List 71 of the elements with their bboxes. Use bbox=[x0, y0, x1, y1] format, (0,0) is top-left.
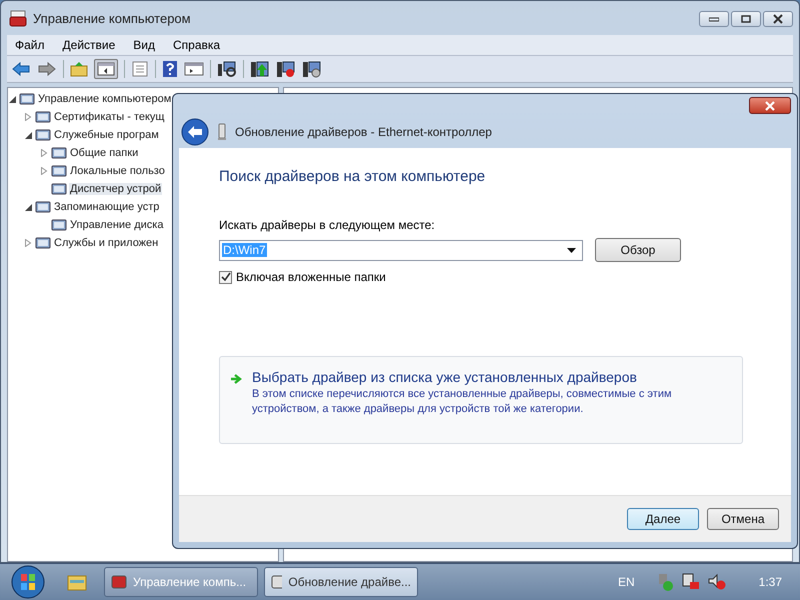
tree-item[interactable]: Общие папки bbox=[69, 147, 140, 159]
back-icon[interactable] bbox=[11, 61, 31, 77]
scan-hardware-icon[interactable] bbox=[217, 60, 237, 78]
expand-arrow-icon[interactable] bbox=[25, 239, 33, 247]
back-button[interactable] bbox=[181, 118, 209, 146]
node-icon bbox=[19, 91, 35, 107]
tree-item[interactable]: Запоминающие устр bbox=[53, 201, 160, 213]
dropdown-arrow-icon[interactable] bbox=[567, 248, 576, 252]
checkbox-label[interactable]: Включая вложенные папки bbox=[236, 270, 386, 284]
node-icon bbox=[35, 109, 51, 125]
command-link[interactable]: Выбрать драйвер из списка уже установленных драйверов В этом списке перечисляются все установленные драйверы, совместимые с этим устройством, а также драйверы для устройств той же категории. bbox=[219, 356, 743, 444]
page-heading: Поиск драйверов на этом компьютере bbox=[219, 168, 486, 185]
tree-item[interactable]: Управление компьютером bbox=[37, 93, 172, 105]
node-icon bbox=[51, 163, 67, 179]
option-title: Выбрать драйвер из списка уже установленных драйверов bbox=[252, 369, 638, 385]
expand-arrow-icon[interactable] bbox=[41, 167, 49, 175]
browse-button[interactable]: Обзор bbox=[595, 238, 681, 262]
collapse-arrow-icon[interactable] bbox=[25, 132, 33, 138]
tree-item[interactable]: Сертификаты - текущ bbox=[53, 111, 166, 123]
network-adapter-icon bbox=[217, 123, 227, 141]
forward-icon[interactable] bbox=[37, 61, 57, 77]
tree-item[interactable]: Управление диска bbox=[69, 219, 164, 231]
close-button[interactable] bbox=[749, 97, 791, 114]
tree-item[interactable]: Локальные пользо bbox=[69, 165, 166, 177]
expand-arrow-icon[interactable] bbox=[25, 113, 33, 121]
dialog-title: Обновление драйверов - Ethernet-контроллер bbox=[235, 125, 492, 139]
uninstall-device-icon[interactable] bbox=[302, 60, 322, 78]
window-title: Управление компьютером bbox=[33, 10, 191, 26]
dialog-button[interactable]: Отмена bbox=[707, 508, 779, 530]
taskbar-button[interactable]: Обновление драйве... bbox=[264, 567, 418, 597]
console-tree-icon[interactable] bbox=[94, 59, 118, 79]
toolbox-icon bbox=[9, 9, 27, 27]
maximize-icon bbox=[741, 15, 751, 23]
arrow-icon bbox=[230, 373, 244, 385]
help-icon[interactable] bbox=[162, 60, 178, 78]
checkbox[interactable] bbox=[219, 270, 232, 284]
properties-icon[interactable] bbox=[131, 61, 149, 77]
start-button[interactable] bbox=[10, 564, 46, 600]
node-icon bbox=[35, 127, 51, 143]
disable-device-icon[interactable] bbox=[276, 60, 296, 78]
app-icon bbox=[271, 574, 282, 590]
collapse-arrow-icon[interactable] bbox=[9, 96, 17, 102]
app-icon bbox=[111, 574, 127, 590]
tree-item[interactable]: Диспетчер устрой bbox=[69, 183, 162, 195]
node-icon bbox=[35, 199, 51, 215]
folder-up-icon[interactable] bbox=[70, 61, 88, 77]
network-icon[interactable] bbox=[680, 572, 701, 592]
expand-arrow-icon[interactable] bbox=[41, 149, 49, 157]
dialog-button[interactable]: Далее bbox=[627, 508, 699, 530]
minimize-icon bbox=[709, 16, 719, 22]
close-button[interactable] bbox=[763, 11, 793, 27]
node-icon bbox=[35, 235, 51, 251]
node-icon bbox=[51, 217, 67, 233]
close-icon bbox=[764, 100, 776, 110]
close-icon bbox=[772, 14, 784, 24]
tree-item[interactable]: Служебные програм bbox=[53, 129, 160, 141]
update-driver-icon[interactable] bbox=[250, 60, 270, 78]
tree-item[interactable]: Службы и приложен bbox=[53, 237, 160, 249]
menu-item[interactable]: Вид bbox=[125, 38, 163, 52]
menu-item[interactable]: Файл bbox=[7, 38, 53, 52]
minimize-button[interactable] bbox=[699, 11, 729, 27]
menu-item[interactable]: Справка bbox=[165, 38, 228, 52]
muted-speaker-icon[interactable] bbox=[706, 572, 727, 592]
field-label: Искать драйверы в следующем месте: bbox=[219, 218, 436, 232]
collapse-arrow-icon[interactable] bbox=[25, 204, 33, 210]
node-icon bbox=[51, 145, 67, 161]
node-icon bbox=[51, 181, 67, 197]
option-description: В этом списке перечисляются все установленные драйверы, совместимые с этим устройством, а также драйверы для устройств той же категории. bbox=[252, 387, 673, 417]
window-icon[interactable] bbox=[184, 61, 204, 77]
maximize-button[interactable] bbox=[731, 11, 761, 27]
menu-item[interactable]: Действие bbox=[54, 38, 124, 52]
